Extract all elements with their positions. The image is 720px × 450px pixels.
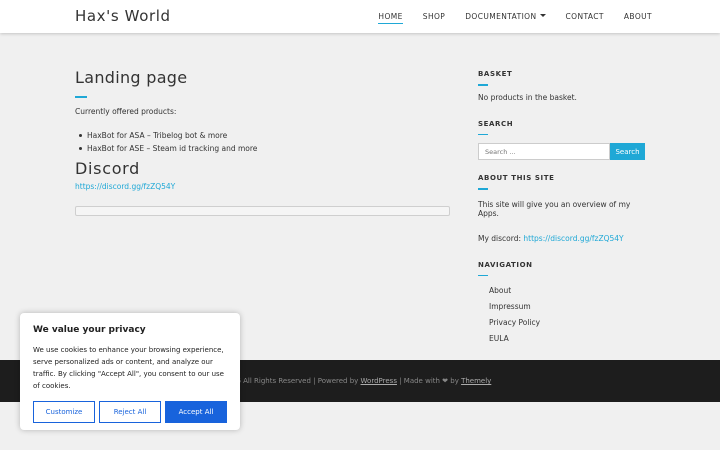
about-discord-link[interactable]: https://discord.gg/fzZQ54Y xyxy=(523,234,623,243)
about-text: This site will give you an overview of m… xyxy=(478,199,631,218)
nav-about[interactable]: ABOUT xyxy=(624,12,652,21)
reject-all-button[interactable]: Reject All xyxy=(99,401,161,423)
about-discord-label: My discord: xyxy=(478,233,521,243)
title-underline xyxy=(75,96,87,98)
search-input[interactable] xyxy=(478,143,610,160)
themely-link[interactable]: Themely xyxy=(461,377,491,385)
navigation-title: NAVIGATION xyxy=(478,260,533,269)
discord-heading: Discord xyxy=(75,158,141,178)
main-nav: HOME SHOP DOCUMENTATION CONTACT ABOUT xyxy=(378,12,652,24)
search-button[interactable]: Search xyxy=(610,143,645,160)
cookie-buttons: Customize Reject All Accept All xyxy=(33,401,227,423)
nav-shop[interactable]: SHOP xyxy=(423,12,445,21)
sidebar-nav-eula[interactable]: EULA xyxy=(489,334,648,343)
copyright-text: 16 All Rights Reserved | Powered by xyxy=(232,377,359,385)
made-with-text: | Made with ❤ by xyxy=(399,377,459,385)
site-title[interactable]: Hax's World xyxy=(75,7,171,25)
sidebar-nav-privacy-policy[interactable]: Privacy Policy xyxy=(489,318,648,327)
basket-text: No products in the basket. xyxy=(478,92,577,102)
sidebar-nav-about[interactable]: About xyxy=(489,286,648,295)
cookie-consent-dialog: We value your privacy We use cookies to … xyxy=(20,313,240,430)
main-content: Landing page Currently offered products:… xyxy=(75,68,455,216)
nav-documentation[interactable]: DOCUMENTATION xyxy=(465,12,546,21)
sidebar: BASKET No products in the basket. SEARCH… xyxy=(478,70,648,350)
embed-box xyxy=(75,205,450,216)
page-title: Landing page xyxy=(75,68,188,87)
accept-all-button[interactable]: Accept All xyxy=(165,401,227,423)
nav-contact[interactable]: CONTACT xyxy=(566,12,604,21)
about-title: ABOUT THIS SITE xyxy=(478,174,555,182)
widget-underline xyxy=(478,133,488,135)
widget-underline xyxy=(478,188,488,190)
search-title: SEARCH xyxy=(478,119,514,128)
list-item: HaxBot for ASE – Steam id tracking and m… xyxy=(79,144,455,153)
nav-documentation-label: DOCUMENTATION xyxy=(465,12,537,21)
cookie-body: We use cookies to enhance your browsing … xyxy=(33,346,224,390)
intro-text: Currently offered products: xyxy=(75,106,177,116)
navigation-list: About Impressum Privacy Policy EULA xyxy=(478,286,648,343)
footer-text: 16 All Rights Reserved | Powered by Word… xyxy=(232,377,491,385)
wordpress-link[interactable]: WordPress xyxy=(361,377,397,385)
discord-link[interactable]: https://discord.gg/fzZQ54Y xyxy=(75,182,455,191)
widget-underline xyxy=(478,274,488,276)
about-discord: My discord: https://discord.gg/fzZQ54Y xyxy=(478,234,648,243)
basket-title: BASKET xyxy=(478,70,513,78)
list-item: HaxBot for ASA – Tribelog bot & more xyxy=(79,131,455,140)
nav-home[interactable]: HOME xyxy=(378,12,404,24)
widget-underline xyxy=(478,84,488,86)
product-list: HaxBot for ASA – Tribelog bot & more Hax… xyxy=(75,131,455,153)
sidebar-nav-impressum[interactable]: Impressum xyxy=(489,302,648,311)
chevron-down-icon xyxy=(539,14,546,17)
search-form: Search xyxy=(478,143,648,160)
customize-button[interactable]: Customize xyxy=(33,401,95,423)
top-bar: Hax's World HOME SHOP DOCUMENTATION CONT… xyxy=(0,0,720,33)
cookie-title: We value your privacy xyxy=(33,325,146,335)
